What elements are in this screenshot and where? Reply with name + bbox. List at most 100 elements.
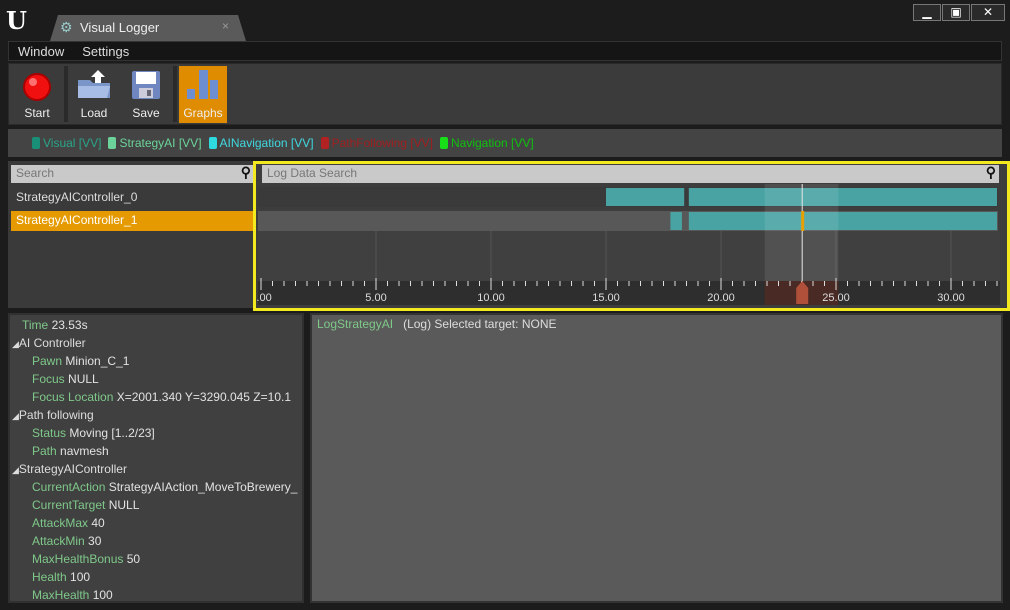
save-button[interactable]: Save bbox=[123, 66, 169, 123]
log-category: LogStrategyAI bbox=[317, 317, 394, 331]
property-value: 40 bbox=[91, 516, 105, 530]
expand-triangle-icon[interactable]: ◢ bbox=[12, 411, 19, 421]
property-key: AttackMin bbox=[32, 534, 85, 548]
log-segment bbox=[670, 212, 682, 230]
details-property: Path navmesh bbox=[32, 444, 109, 458]
property-key: MaxHealthBonus bbox=[32, 552, 124, 566]
property-key: Status bbox=[32, 426, 67, 440]
details-property: Focus Location X=2001.340 Y=3290.045 Z=1… bbox=[32, 390, 291, 404]
tab-visual-logger[interactable]: ⚙ Visual Logger × bbox=[50, 15, 246, 41]
axis-tick-label: 5.00 bbox=[365, 292, 386, 304]
log-panel: LogStrategyAI (Log) Selected target: NON… bbox=[310, 313, 1003, 603]
details-property: MaxHealth 100 bbox=[32, 588, 113, 602]
log-segment bbox=[606, 188, 685, 206]
log-entry[interactable]: LogStrategyAI (Log) Selected target: NON… bbox=[317, 317, 556, 331]
object-list-item[interactable]: StrategyAIController_0 bbox=[11, 188, 254, 208]
category-filter[interactable]: AINavigation [VV] bbox=[208, 136, 314, 150]
color-swatch-icon bbox=[320, 137, 329, 149]
property-key: CurrentAction bbox=[32, 480, 106, 494]
expand-triangle-icon[interactable]: ◢ bbox=[12, 339, 19, 349]
color-swatch-icon bbox=[208, 137, 217, 149]
property-key: MaxHealth bbox=[32, 588, 90, 602]
property-value: 30 bbox=[88, 534, 102, 548]
property-value: 50 bbox=[126, 552, 141, 566]
property-value: StrategyAIAction_MoveToBrewery_ bbox=[108, 480, 298, 494]
object-search-input[interactable]: Search ⚲ bbox=[11, 164, 254, 183]
details-property: Health 100 bbox=[32, 570, 90, 584]
axis-tick-label: 10.00 bbox=[477, 292, 505, 304]
color-swatch-icon bbox=[439, 137, 448, 149]
object-list-item-selected[interactable]: StrategyAIController_1 bbox=[11, 211, 254, 231]
maximize-button[interactable]: ▣ bbox=[942, 4, 970, 21]
tab-title: Visual Logger bbox=[80, 20, 160, 35]
zoom-range-highlight bbox=[764, 184, 839, 281]
bar-graph-icon bbox=[187, 70, 218, 99]
timeline-track-area bbox=[258, 231, 1000, 281]
color-swatch-icon bbox=[108, 137, 117, 149]
tab-close-button[interactable]: × bbox=[222, 19, 229, 33]
property-key: Time bbox=[22, 318, 49, 332]
timeline-panel: Log Data Search ⚲ 0.005.0010.0015.0020.0… bbox=[253, 161, 1010, 311]
details-panel: Time 23.53s ◢AI Controller Pawn Minion_C_1… bbox=[8, 313, 304, 603]
details-section-header: ◢StrategyAIController bbox=[12, 462, 127, 476]
property-value: navmesh bbox=[60, 444, 109, 458]
search-icon[interactable]: ⚲ bbox=[241, 164, 251, 181]
menu-window[interactable]: Window bbox=[9, 42, 73, 60]
category-filter[interactable]: Visual [VV] bbox=[32, 136, 101, 150]
log-segment bbox=[688, 188, 997, 206]
property-key: AttackMax bbox=[32, 516, 89, 530]
property-value: 100 bbox=[70, 570, 91, 584]
graphs-button[interactable]: Graphs bbox=[179, 66, 227, 123]
load-button[interactable]: Load bbox=[69, 66, 119, 123]
axis-tick-label: 25.00 bbox=[822, 292, 850, 304]
object-list-panel: Search ⚲ StrategyAIController_0 Strategy… bbox=[8, 161, 254, 308]
visual-logger-icon: ⚙ bbox=[60, 19, 73, 35]
expand-triangle-icon[interactable]: ◢ bbox=[12, 465, 19, 475]
floppy-disk-icon bbox=[132, 71, 160, 99]
cursor-row-marker bbox=[801, 211, 805, 231]
unreal-logo-icon: U bbox=[6, 6, 27, 35]
details-property: Time 23.53s bbox=[22, 318, 88, 332]
minimize-button[interactable]: ▁ bbox=[913, 4, 941, 21]
property-key: Health bbox=[32, 570, 67, 584]
details-section-header: ◢AI Controller bbox=[12, 336, 86, 350]
menu-bar: Window Settings bbox=[8, 41, 1002, 61]
record-icon bbox=[23, 73, 51, 101]
details-property: CurrentTarget NULL bbox=[32, 498, 139, 512]
property-key: Focus bbox=[32, 372, 65, 386]
axis-tick-label: 0.00 bbox=[256, 292, 272, 304]
timeline-chart[interactable]: 0.00 5.00 10.00 15.00 20.00 25.00 30.00 bbox=[256, 164, 1007, 308]
property-key: Focus Location bbox=[32, 390, 114, 404]
property-value: 23.53s bbox=[51, 318, 88, 332]
category-filter[interactable]: StrategyAI [VV] bbox=[108, 136, 202, 150]
details-property: CurrentAction StrategyAIAction_MoveToBre… bbox=[32, 480, 297, 494]
property-value: NULL bbox=[108, 498, 140, 512]
details-property: Focus NULL bbox=[32, 372, 99, 386]
close-button[interactable]: ✕ bbox=[971, 4, 1005, 21]
log-segment bbox=[688, 212, 997, 230]
start-button[interactable]: Start bbox=[13, 66, 61, 123]
details-property: AttackMax 40 bbox=[32, 516, 105, 530]
details-property: AttackMin 30 bbox=[32, 534, 101, 548]
axis-tick-label: 20.00 bbox=[707, 292, 735, 304]
menu-settings[interactable]: Settings bbox=[73, 42, 138, 60]
toolbar: Start Load Save Graphs bbox=[8, 63, 1002, 125]
property-value: Moving [1..2/23] bbox=[69, 426, 155, 440]
category-filter[interactable]: PathFollowing [VV] bbox=[320, 136, 433, 150]
details-property: MaxHealthBonus 50 bbox=[32, 552, 140, 566]
details-property: Pawn Minion_C_1 bbox=[32, 354, 129, 368]
axis-tick-label: 15.00 bbox=[592, 292, 620, 304]
axis-tick-label: 30.00 bbox=[937, 292, 965, 304]
log-message: (Log) Selected target: NONE bbox=[403, 317, 557, 331]
color-swatch-icon bbox=[32, 137, 40, 149]
property-key: CurrentTarget bbox=[32, 498, 106, 512]
property-value: X=2001.340 Y=3290.045 Z=10.1 bbox=[116, 390, 292, 404]
property-key: Pawn bbox=[32, 354, 63, 368]
property-value: Minion_C_1 bbox=[65, 354, 130, 368]
details-section-header: ◢Path following bbox=[12, 408, 94, 422]
category-filter-bar: Visual [VV] StrategyAI [VV] AINavigation [… bbox=[8, 129, 1002, 157]
details-property: Status Moving [1..2/23] bbox=[32, 426, 155, 440]
category-filter[interactable]: Navigation [VV] bbox=[439, 136, 534, 150]
property-value: NULL bbox=[68, 372, 99, 386]
property-key: Path bbox=[32, 444, 57, 458]
